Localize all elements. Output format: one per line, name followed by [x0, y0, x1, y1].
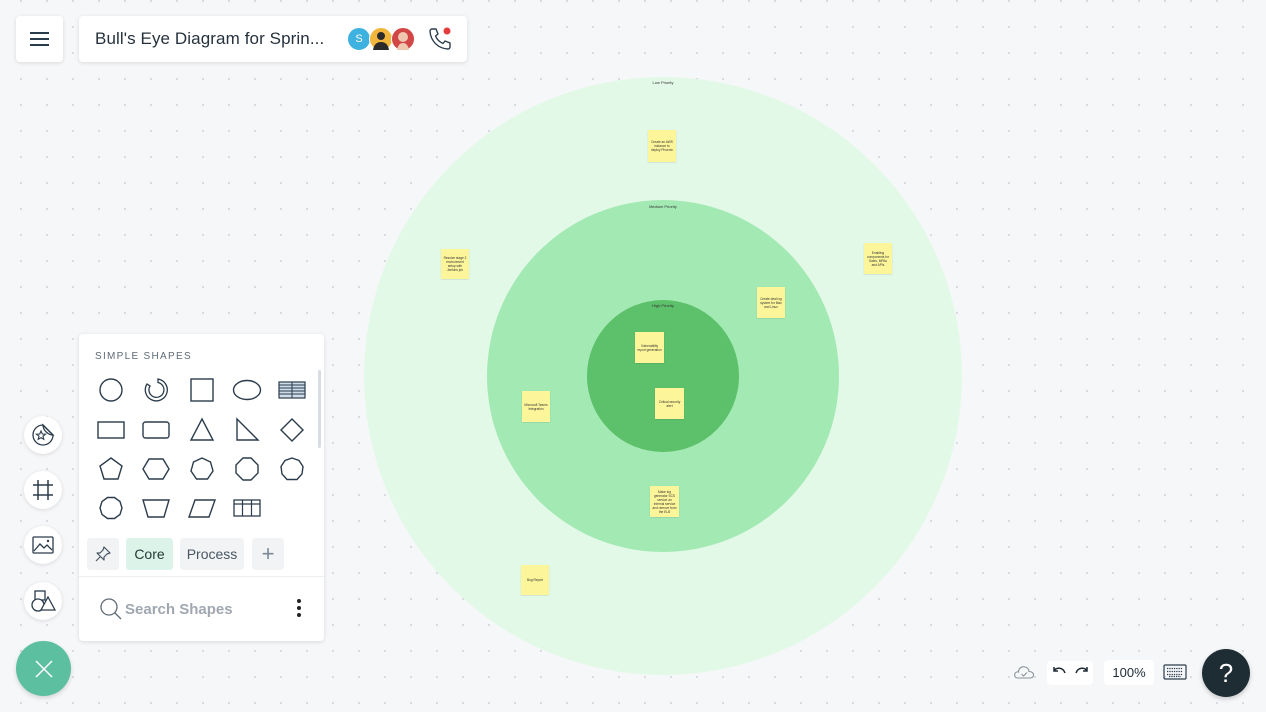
- circle-icon: [99, 378, 123, 402]
- collaborator-avatars: S: [347, 27, 415, 51]
- sticky-note[interactable]: Critical security alert: [655, 388, 684, 419]
- undo-button[interactable]: [1051, 665, 1067, 682]
- ring-icon: [144, 378, 168, 402]
- shapes-scrollbar[interactable]: [318, 370, 321, 448]
- shape-right-triangle[interactable]: [229, 412, 265, 448]
- sticky-note[interactable]: Enabling components for Sales, MPAs and …: [864, 243, 892, 274]
- sticky-note[interactable]: Resolve stage 2 environment setup with J…: [441, 249, 469, 279]
- document-title-bar: Bull's Eye Diagram for Sprin... S: [79, 16, 467, 62]
- sticky-note[interactable]: Microsoft Teams Integration: [522, 391, 550, 422]
- ring-high-priority[interactable]: [587, 300, 739, 452]
- pentagon-icon: [99, 457, 123, 480]
- diamond-icon: [280, 418, 304, 442]
- right-triangle-icon: [236, 417, 260, 441]
- undo-redo-group: [1047, 661, 1093, 685]
- grid-table-icon: [233, 499, 261, 517]
- shape-trapezoid[interactable]: [138, 490, 174, 526]
- shape-heptagon[interactable]: [184, 451, 220, 487]
- shape-triangle[interactable]: [184, 412, 220, 448]
- frame-icon: [33, 480, 53, 500]
- shape-rectangle[interactable]: [93, 412, 129, 448]
- shape-rounded-rectangle[interactable]: [138, 412, 174, 448]
- close-icon: [34, 659, 53, 678]
- close-toolbar-button[interactable]: [16, 641, 71, 696]
- decagon-icon: [99, 496, 123, 520]
- sticky-note[interactable]: Make log generator SCS service an intern…: [650, 486, 679, 517]
- shape-square[interactable]: [184, 372, 220, 408]
- phone-icon: [429, 27, 451, 50]
- help-button[interactable]: ?: [1202, 649, 1250, 697]
- shape-ellipse[interactable]: [229, 372, 265, 408]
- keyboard-icon: [1163, 664, 1187, 680]
- trapezoid-icon: [142, 499, 170, 518]
- table-icon: [278, 381, 306, 399]
- stickers-icon: [32, 423, 55, 446]
- ring-label-high: High Priority: [652, 303, 674, 308]
- hexagon-icon: [142, 458, 170, 480]
- keyboard-shortcuts-button[interactable]: [1163, 664, 1187, 680]
- undo-icon: [1052, 666, 1066, 673]
- shapes-section-heading: SIMPLE SHAPES: [95, 351, 192, 362]
- frame-button[interactable]: [24, 471, 62, 509]
- pinned-libraries-tab[interactable]: [87, 538, 119, 570]
- tab-core[interactable]: Core: [126, 538, 173, 570]
- ring-label-low: Low Priority: [652, 80, 674, 85]
- shape-nonagon[interactable]: [274, 451, 310, 487]
- rounded-rectangle-icon: [142, 421, 170, 439]
- sticky-note[interactable]: Bug Report: [521, 565, 549, 595]
- heptagon-icon: [190, 457, 214, 480]
- ellipse-icon: [232, 379, 262, 401]
- cloud-check-icon: [1014, 666, 1035, 679]
- shape-decagon[interactable]: [93, 490, 129, 526]
- stickers-button[interactable]: [24, 416, 62, 454]
- shape-table-striped[interactable]: [274, 372, 310, 408]
- shape-pentagon[interactable]: [93, 451, 129, 487]
- search-icon: [100, 598, 122, 620]
- shape-octagon[interactable]: [229, 451, 265, 487]
- shape-diamond[interactable]: [274, 412, 310, 448]
- person-icon: [373, 32, 389, 50]
- person-icon: [397, 32, 409, 50]
- shape-hexagon[interactable]: [138, 451, 174, 487]
- sticky-note[interactable]: Create deal log system for Mac and Linux: [757, 287, 785, 318]
- avatar[interactable]: [369, 27, 393, 51]
- shape-circle[interactable]: [93, 372, 129, 408]
- shape-table-grid[interactable]: [229, 490, 265, 526]
- shape-ring[interactable]: [138, 372, 174, 408]
- shapes-panel: SIMPLE SHAPES Core Process + Search Shap…: [79, 334, 324, 641]
- shape-parallelogram[interactable]: [184, 490, 220, 526]
- image-icon: [32, 536, 54, 554]
- pin-icon: [95, 546, 111, 562]
- search-shapes-input[interactable]: [125, 597, 285, 621]
- more-options-button[interactable]: [294, 599, 304, 621]
- square-icon: [190, 378, 214, 402]
- add-library-button[interactable]: +: [252, 538, 284, 570]
- ring-label-medium: Medium Priority: [649, 204, 677, 209]
- zoom-level[interactable]: 100%: [1104, 660, 1154, 685]
- sticky-note[interactable]: Vulnerability report generation: [635, 332, 664, 363]
- avatar[interactable]: S: [347, 27, 371, 51]
- tab-process[interactable]: Process: [180, 538, 244, 570]
- avatar[interactable]: [391, 27, 415, 51]
- hamburger-icon: [30, 32, 49, 46]
- image-button[interactable]: [24, 526, 62, 564]
- shape-search-row: [79, 577, 324, 641]
- document-title[interactable]: Bull's Eye Diagram for Sprin...: [95, 29, 324, 49]
- sticky-note[interactable]: Create an AWS instance to deploy Phoenix: [648, 130, 676, 162]
- triangle-icon: [189, 417, 215, 441]
- call-button[interactable]: [427, 26, 453, 52]
- shapes-button[interactable]: [24, 582, 62, 620]
- redo-icon: [1074, 666, 1088, 673]
- shapes-icon: [31, 590, 56, 612]
- parallelogram-icon: [188, 499, 216, 518]
- saved-status: [1013, 663, 1035, 681]
- main-menu-button[interactable]: [16, 16, 63, 62]
- rectangle-icon: [97, 421, 125, 439]
- redo-button[interactable]: [1074, 665, 1090, 682]
- nonagon-icon: [280, 457, 304, 481]
- octagon-icon: [235, 457, 259, 481]
